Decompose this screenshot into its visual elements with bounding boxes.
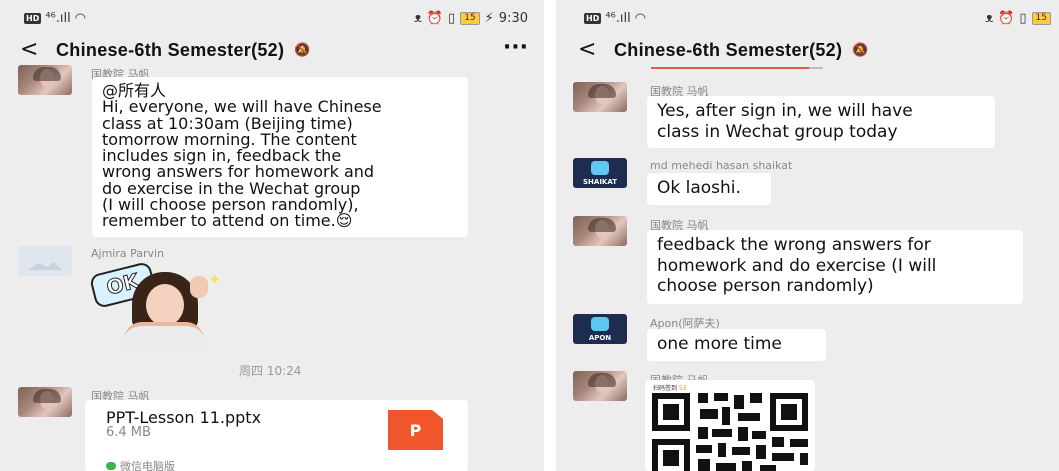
back-arrow-icon[interactable]: < [578, 36, 614, 64]
avatar[interactable] [573, 216, 627, 246]
ok-sticker[interactable]: OK ✦ [88, 261, 242, 352]
file-size: 6.4 MB [106, 425, 151, 440]
message-line: feedback the wrong answers for [657, 235, 931, 255]
sticker-girl-hand [190, 276, 208, 298]
message-bubble[interactable]: feedback the wrong answers for homework … [647, 230, 1023, 304]
sender-name: Ajmira Parvin [91, 247, 165, 260]
file-card[interactable]: PPT-Lesson 11.pptx 6.4 MB P 微信电脑版 [85, 400, 468, 471]
qr-caption: 扫码签到 53 [653, 383, 687, 392]
mute-bell-icon: 🔕 [294, 42, 311, 58]
sticker-girl-face [146, 284, 184, 326]
vibrate-icon: ▯ [1019, 10, 1027, 26]
charging-icon: ⚡ [484, 10, 494, 26]
timestamp: 周四 10:24 [239, 364, 302, 378]
hd-icon: HD [24, 12, 42, 24]
status-bar: HD ⁴⁶.ıll ◠ ᴥ ⏰ ▯ 15 ⚡ 9:30 [0, 0, 544, 36]
avatar[interactable]: APON [573, 314, 627, 344]
wifi-icon: ◠ [74, 10, 87, 26]
qr-caption-badge: 53 [678, 385, 687, 392]
chat-title: Chinese-6th Semester(52) [56, 39, 285, 60]
left-chat-screenshot: HD ⁴⁶.ıll ◠ ᴥ ⏰ ▯ 15 ⚡ 9:30 < Chinese-6t… [0, 0, 544, 471]
chat-title: Chinese-6th Semester(52) [614, 39, 843, 60]
clock-time: 9:30 [498, 10, 528, 26]
ppt-file-icon: P [388, 410, 443, 450]
sender-name: md mehedi hasan shaikat [650, 159, 793, 172]
file-source-label: 微信电脑版 [120, 460, 175, 471]
qr-code-pattern [652, 393, 808, 471]
avatar[interactable] [573, 82, 627, 112]
sticker-girl-body [124, 322, 204, 352]
avatar[interactable]: SHAIKAT [573, 158, 627, 188]
avatar[interactable] [18, 387, 72, 417]
message-bubble[interactable]: Ok laoshi. [647, 173, 771, 205]
more-options-button[interactable]: ··· [503, 36, 528, 60]
mute-bell-icon: 🔕 [852, 42, 869, 58]
battery-icon: 15 [460, 11, 480, 25]
avatar[interactable] [18, 65, 72, 95]
eye-icon: ᴥ [413, 11, 422, 26]
unread-indicator-line [651, 67, 809, 69]
divider [809, 67, 823, 69]
eye-icon: ᴥ [985, 11, 994, 26]
qr-caption-text: 扫码签到 [653, 385, 678, 392]
message-bubble[interactable]: @所有人 Hi, everyone, we will have Chinese … [92, 77, 468, 237]
alarm-icon: ⏰ [998, 10, 1015, 26]
wechat-icon [106, 462, 116, 470]
wifi-icon: ◠ [634, 10, 647, 26]
avatar[interactable] [18, 246, 72, 276]
avatar[interactable] [573, 371, 627, 401]
chat-header: < Chinese-6th Semester(52) 🔕 [556, 36, 1059, 64]
hd-icon: HD [584, 12, 602, 24]
message-bubble[interactable]: Yes, after sign in, we will have class i… [647, 96, 995, 148]
file-source: 微信电脑版 [106, 458, 175, 471]
right-chat-screenshot: HD ⁴⁶.ıll ◠ ᴥ ⏰ ▯ 15 < Chinese-6th Semes… [556, 0, 1059, 471]
status-bar: HD ⁴⁶.ıll ◠ ᴥ ⏰ ▯ 15 [556, 0, 1059, 36]
qr-code-image[interactable]: 扫码签到 53 [645, 380, 815, 471]
message-line: class in Wechat group today [657, 122, 898, 142]
signal-icon: ⁴⁶.ıll [605, 10, 631, 26]
alarm-icon: ⏰ [426, 10, 444, 26]
avatar-label: SHAIKAT [583, 178, 617, 186]
message-line: homework and do exercise (I will [657, 255, 937, 276]
vibrate-icon: ▯ [448, 10, 456, 26]
back-arrow-icon[interactable]: < [20, 36, 56, 64]
message-line: Yes, after sign in, we will have [657, 101, 913, 121]
signal-icon: ⁴⁶.ıll [45, 10, 71, 26]
message-bubble[interactable]: one more time [647, 329, 826, 361]
message-line: Ok laoshi. [657, 178, 741, 198]
message-line: choose person randomly) [657, 276, 874, 296]
battery-icon: 15 [1031, 11, 1051, 25]
message-line: one more time [657, 334, 782, 354]
sparkle-icon: ✦ [208, 270, 222, 289]
message-line: remember to attend on time.😌 [102, 211, 353, 231]
chat-header: < Chinese-6th Semester(52) 🔕 ··· [0, 36, 544, 64]
avatar-label: APON [588, 334, 612, 342]
